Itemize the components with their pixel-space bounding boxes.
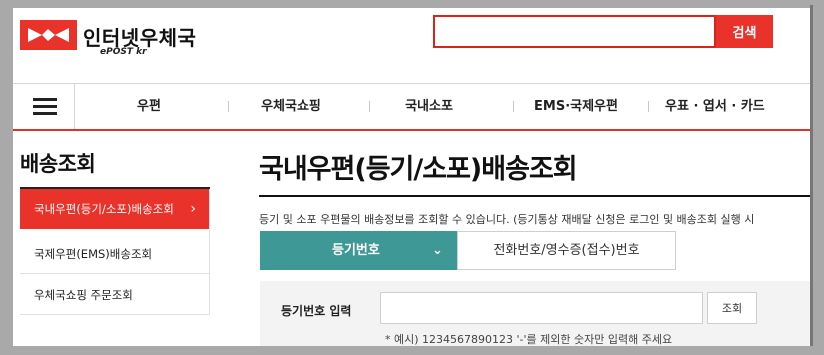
sidebar-item-ems-tracking[interactable]: 국제우편(EMS)배송조회 [20,234,210,274]
logo-subtitle: ePOST kr [100,47,147,57]
tab-label: 등기번호 [332,243,380,258]
search-input[interactable] [435,17,718,48]
tab-registered-number[interactable]: 등기번호 ⌄ [260,231,458,270]
tracking-number-input[interactable] [380,292,703,324]
nav-item-stamps[interactable]: 우표 · 엽서 · 카드 [665,84,810,129]
nav-separator [513,101,514,112]
input-hint: * 예시) 1234567890123 '-'를 제외한 숫자만 입력해 주세요 [385,333,673,346]
nav-separator [648,101,649,112]
sidebar-border [209,189,210,315]
menu-button[interactable] [13,84,75,129]
nav-separator [369,101,370,112]
page-edge-shadow [810,5,813,346]
page-description: 등기 및 소포 우편물의 배송정보를 조회할 수 있습니다. (등기통상 재배달… [259,213,755,226]
sidebar-item-label: 국내우편(등기/소포)배송조회 [34,202,174,216]
search-box [433,15,718,48]
sidebar-item-shopping-orders[interactable]: 우체국쇼핑 주문조회 [20,275,210,315]
nav-item-domestic-parcel[interactable]: 국내소포 [379,84,479,129]
chevron-down-icon: ⌄ [432,243,443,258]
sidebar-item-domestic-tracking[interactable]: 국내우편(등기/소포)배송조회 › [20,189,210,229]
nav-item-shopping[interactable]: 우체국쇼핑 [241,84,341,129]
nav-item-ems[interactable]: EMS·국제우편 [516,84,636,129]
hamburger-icon [33,112,57,115]
epost-logo-icon [20,20,77,50]
tracking-number-label: 등기번호 입력 [281,304,352,318]
sidebar-item-label: 국제우편(EMS)배송조회 [34,247,153,261]
browser-page: 인터넷우체국 ePOST kr 검색 우편 우체국쇼핑 국내소포 EMS·국제우… [13,5,810,346]
nav-divider-bottom [13,129,810,131]
hamburger-icon [33,105,57,108]
epost-logo[interactable]: 인터넷우체국 ePOST kr [20,15,210,57]
page-title: 국내우편(등기/소포)배송조회 [259,154,578,185]
title-underline [259,195,810,197]
sidebar-item-label: 우체국쇼핑 주문조회 [34,288,133,302]
hamburger-icon [33,98,57,101]
chevron-right-icon: › [190,201,196,217]
nav-item-mail[interactable]: 우편 [109,84,189,129]
tab-phone-receipt[interactable]: 전화번호/영수증(접수)번호 [457,231,676,270]
lookup-button[interactable]: 조회 [707,292,757,324]
nav-separator [228,101,229,112]
sidebar-title: 배송조회 [20,152,96,176]
top-edge [13,5,810,8]
search-button[interactable]: 검색 [716,15,773,48]
